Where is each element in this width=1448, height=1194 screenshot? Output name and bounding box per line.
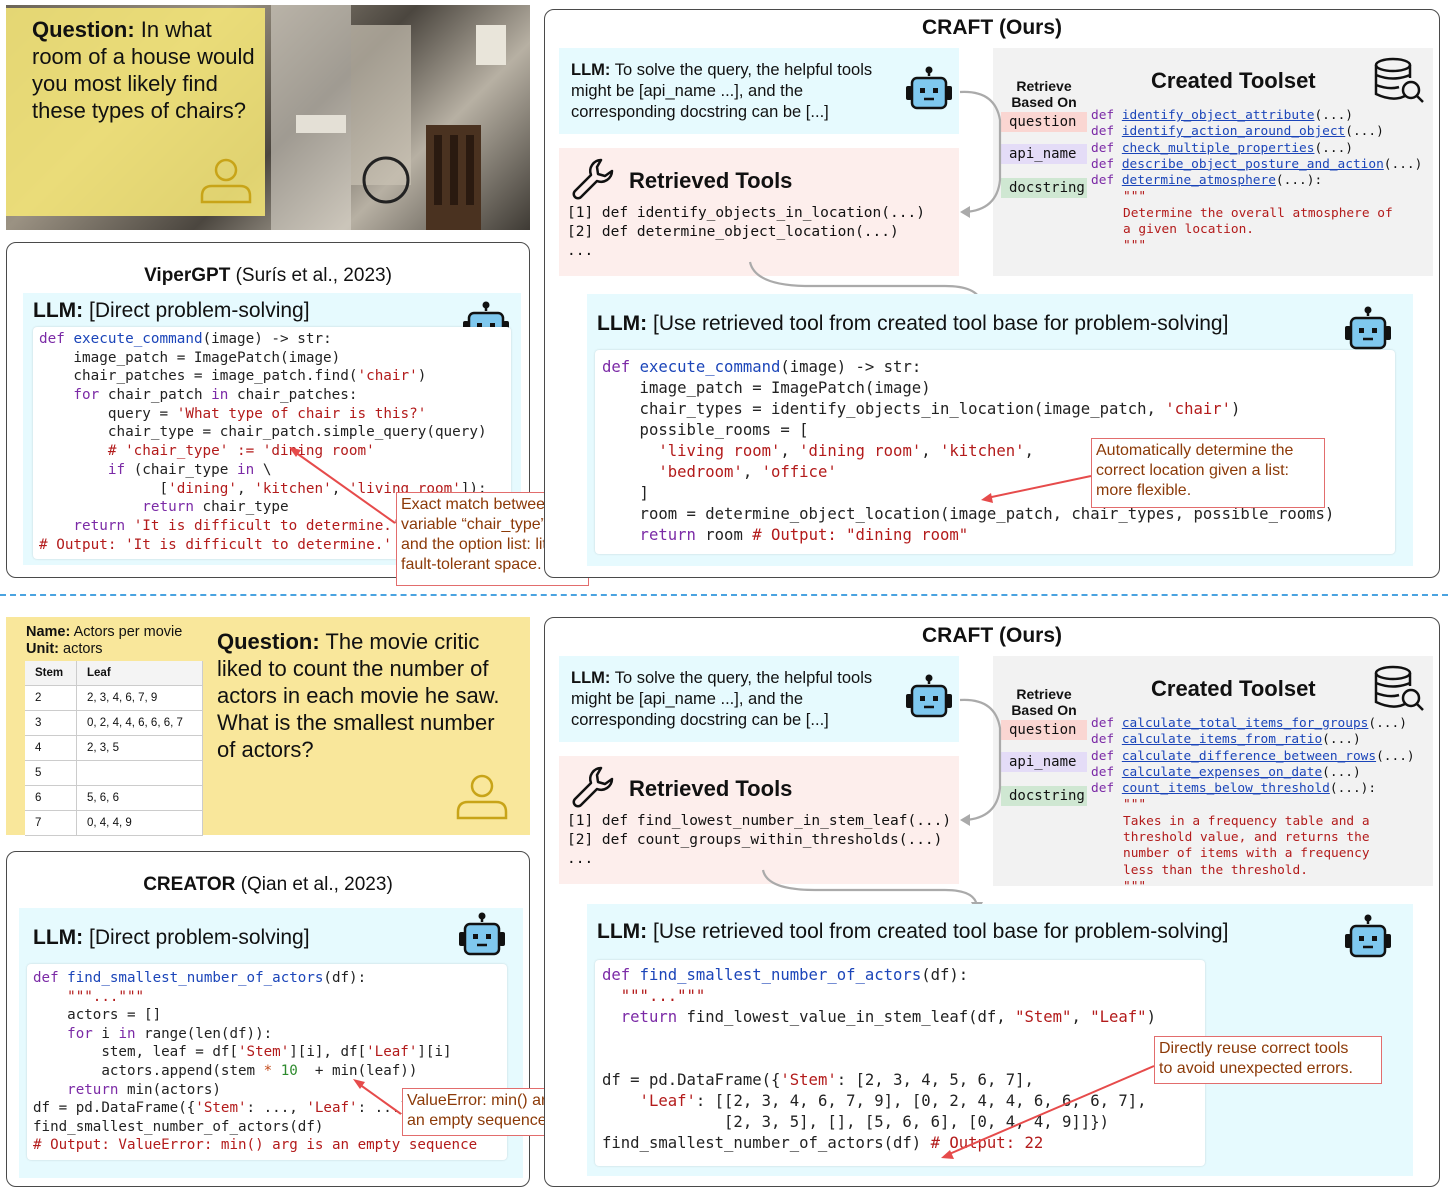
creator-panel: CREATOR (Qian et al., 2023) LLM: [Direct… bbox=[6, 851, 594, 1187]
table-row: 3 0, 2, 4, 4, 6, 6, 6, 7 bbox=[25, 711, 203, 736]
vipergpt-arrow bbox=[289, 447, 396, 524]
table-cell-stem: 4 bbox=[25, 736, 77, 760]
table-header-row: Stem Leaf bbox=[25, 661, 203, 686]
bottom-question-text: Question: The movie critic liked to coun… bbox=[217, 628, 517, 763]
stem-leaf-table: Stem Leaf 2 2, 3, 4, 6, 7, 9 3 0, 2, 4, 4, 6,… bbox=[25, 661, 203, 836]
vipergpt-panel: ViperGPT (Surís et al., 2023) LLM: [Dire… bbox=[6, 242, 589, 586]
table-cell-stem: 7 bbox=[25, 811, 77, 835]
question-text: Question: In what room of a house would … bbox=[32, 16, 262, 124]
table-unit: actors bbox=[63, 641, 103, 657]
user-icon bbox=[200, 158, 252, 204]
bottom-question-box: Name: Actors per movie Unit: actors Stem… bbox=[6, 617, 530, 836]
table-unit-label: Unit: bbox=[26, 641, 60, 657]
question-box: Question: In what room of a house would … bbox=[6, 8, 265, 216]
table-name: Actors per movie bbox=[73, 624, 183, 640]
craft-top-callout-arrow bbox=[981, 475, 1092, 503]
table-row: 2 2, 3, 4, 6, 7, 9 bbox=[25, 686, 203, 711]
section-divider bbox=[0, 594, 1448, 596]
table-row: 6 5, 6, 6 bbox=[25, 786, 203, 811]
table-row: 4 2, 3, 5 bbox=[25, 736, 203, 761]
table-row: 5 bbox=[25, 761, 203, 786]
table-cell-leaf: 5, 6, 6 bbox=[77, 786, 203, 810]
table-row: 7 0, 4, 4, 9 bbox=[25, 811, 203, 836]
table-header-leaf: Leaf bbox=[77, 661, 203, 685]
craft-bottom-panel: CRAFT (Ours) LLM: To solve the query, th… bbox=[544, 617, 1440, 1187]
table-cell-stem: 3 bbox=[25, 711, 77, 735]
table-cell-stem: 5 bbox=[25, 761, 77, 785]
user-icon bbox=[456, 774, 508, 820]
table-cell-leaf: 0, 4, 4, 9 bbox=[77, 811, 203, 835]
table-cell-leaf: 0, 2, 4, 4, 6, 6, 6, 7 bbox=[77, 711, 203, 735]
table-header-stem: Stem bbox=[25, 661, 77, 685]
table-caption: Name: Actors per movie Unit: actors bbox=[26, 624, 182, 658]
table-cell-leaf: 2, 3, 5 bbox=[77, 736, 203, 760]
question-label: Question: bbox=[217, 629, 320, 654]
table-cell-leaf: 2, 3, 4, 6, 7, 9 bbox=[77, 686, 203, 710]
table-name-label: Name: bbox=[26, 624, 71, 640]
question-label: Question: bbox=[32, 17, 135, 42]
craft-top-panel: CRAFT (Ours) LLM: To solve the query, th… bbox=[544, 9, 1440, 578]
table-cell-stem: 2 bbox=[25, 686, 77, 710]
craft-bottom-callout-arrow bbox=[941, 1065, 1155, 1159]
creator-arrow bbox=[353, 1079, 402, 1115]
table-cell-leaf bbox=[77, 761, 203, 785]
table-cell-stem: 6 bbox=[25, 786, 77, 810]
